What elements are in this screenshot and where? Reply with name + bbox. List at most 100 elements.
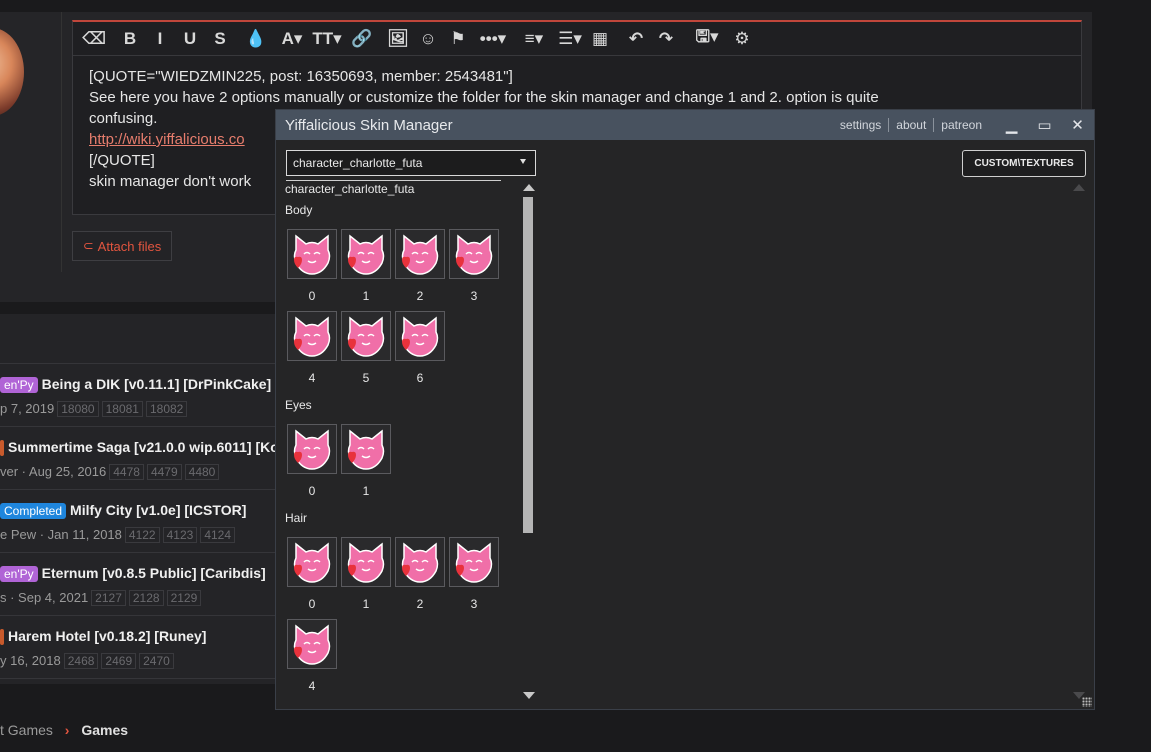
about-link[interactable]: about (889, 118, 933, 132)
skin-option[interactable]: 0 (285, 229, 339, 311)
page-link[interactable]: 4124 (200, 527, 236, 543)
italic-icon[interactable]: I (145, 25, 175, 53)
breadcrumb-current[interactable]: Games (81, 722, 128, 738)
page-link[interactable]: 4479 (146, 464, 182, 480)
skin-option[interactable]: 3 (447, 537, 501, 619)
skin-manager-window[interactable]: Yiffalicious Skin Manager settings about… (275, 109, 1095, 710)
prefix-badge[interactable] (0, 629, 4, 645)
page-link[interactable]: 2128 (128, 590, 164, 606)
thread-title[interactable]: Completed Milfy City [v1.0e] [ICSTOR] (0, 502, 246, 519)
page-link[interactable]: 2129 (166, 590, 202, 606)
preview-scrollbar[interactable] (1073, 184, 1085, 699)
save-icon[interactable]: 🖫▾ (687, 25, 727, 53)
skin-thumbnail-icon[interactable] (395, 537, 445, 587)
thread-title[interactable]: Summertime Saga [v21.0.0 wip.6011] [Kom (0, 439, 291, 456)
thread-row[interactable]: en'Py Being a DIK [v0.11.1] [DrPinkCake] p… (0, 364, 280, 427)
underline-icon[interactable]: U (175, 25, 205, 53)
thread-list: en'Py Being a DIK [v0.11.1] [DrPinkCake] p… (0, 314, 291, 684)
minimize-icon[interactable]: ▁ (995, 110, 1028, 140)
skin-option[interactable]: 4 (285, 311, 339, 393)
skin-option[interactable]: 0 (285, 537, 339, 619)
list-icon[interactable]: ☰▾ (555, 25, 585, 53)
avatar[interactable] (0, 28, 24, 116)
thread-title[interactable]: en'Py Being a DIK [v0.11.1] [DrPinkCake] (0, 376, 271, 393)
page-link[interactable]: 4480 (184, 464, 220, 480)
text-height-icon[interactable]: TT▾ (307, 25, 347, 53)
settings-link[interactable]: settings (833, 118, 888, 132)
prefix-badge[interactable]: Completed (0, 503, 67, 519)
skin-thumbnail-icon[interactable] (449, 537, 499, 587)
skin-thumbnail-icon[interactable] (341, 311, 391, 361)
eraser-icon[interactable]: ⌫ (79, 25, 109, 53)
patreon-link[interactable]: patreon (934, 118, 989, 132)
skin-thumbnail-icon[interactable] (287, 537, 337, 587)
prefix-badge[interactable] (0, 440, 4, 456)
smiley-icon[interactable]: ☺ (413, 25, 443, 53)
align-icon[interactable]: ≡▾ (519, 25, 549, 53)
page-link[interactable]: 4122 (124, 527, 160, 543)
skin-option[interactable]: 1 (339, 537, 393, 619)
skin-thumbnail-icon[interactable] (341, 537, 391, 587)
page-link[interactable]: 2469 (101, 653, 137, 669)
skin-thumbnail-icon[interactable] (395, 311, 445, 361)
scroll-up-icon[interactable] (1073, 184, 1085, 191)
page-link[interactable]: 4478 (109, 464, 144, 480)
skin-option[interactable]: 2 (393, 229, 447, 311)
thread-row[interactable]: Harem Hotel [v0.18.2] [Runey] y 16, 2018 2… (0, 616, 280, 679)
flag-icon[interactable]: ⚑ (443, 25, 473, 53)
skin-option[interactable]: 5 (339, 311, 393, 393)
skin-thumbnail-icon[interactable] (341, 229, 391, 279)
custom-textures-button[interactable]: CUSTOM\TEXTURES (962, 150, 1086, 177)
page-link[interactable]: 4123 (162, 527, 198, 543)
resize-grip-icon[interactable] (1082, 697, 1092, 707)
thread-title[interactable]: Harem Hotel [v0.18.2] [Runey] (0, 628, 206, 645)
font-size-icon[interactable]: A▾ (277, 25, 307, 53)
skin-option[interactable]: 1 (339, 229, 393, 311)
maximize-icon[interactable]: ▭ (1028, 110, 1061, 140)
scroll-down-icon[interactable] (523, 692, 535, 699)
skin-thumbnail-icon[interactable] (287, 311, 337, 361)
undo-icon[interactable]: ↶ (621, 25, 651, 53)
skin-option[interactable]: 6 (393, 311, 447, 393)
character-select[interactable]: character_charlotte_futa (286, 150, 536, 176)
scroll-up-icon[interactable] (523, 184, 535, 191)
prefix-badge[interactable]: en'Py (0, 566, 38, 582)
thread-row[interactable]: Summertime Saga [v21.0.0 wip.6011] [Kom v… (0, 427, 291, 490)
attach-files-button[interactable]: ⊂ Attach files (72, 231, 172, 261)
skin-thumbnail-icon[interactable] (287, 229, 337, 279)
skin-option[interactable]: 3 (447, 229, 501, 311)
more-icon[interactable]: •••▾ (473, 25, 513, 53)
skin-thumbnail-icon[interactable] (287, 619, 337, 669)
thread-title[interactable]: en'Py Eternum [v0.8.5 Public] [Caribdis] (0, 565, 266, 582)
scrollbar-thumb[interactable] (523, 197, 533, 533)
link-icon[interactable]: 🔗 (347, 25, 377, 53)
thread-row[interactable]: Completed Milfy City [v1.0e] [ICSTOR] e Pe… (0, 490, 280, 553)
thread-row[interactable]: en'Py Eternum [v0.8.5 Public] [Caribdis] s… (0, 553, 280, 616)
skin-option[interactable]: 1 (339, 424, 393, 506)
image-icon[interactable]: 🖼 (383, 25, 413, 53)
gear-icon[interactable]: ⚙ (727, 25, 757, 53)
redo-icon[interactable]: ↷ (651, 25, 681, 53)
strike-icon[interactable]: S (205, 25, 235, 53)
page-link[interactable]: 2127 (91, 590, 126, 606)
close-icon[interactable]: ✕ (1061, 110, 1094, 140)
skin-option[interactable]: 0 (285, 424, 339, 506)
window-titlebar[interactable]: Yiffalicious Skin Manager settings about… (276, 110, 1094, 140)
skin-thumbnail-icon[interactable] (287, 424, 337, 474)
prefix-badge[interactable]: en'Py (0, 377, 38, 393)
skin-option[interactable]: 4 (285, 619, 339, 701)
skin-thumbnail-icon[interactable] (395, 229, 445, 279)
skin-option[interactable]: 2 (393, 537, 447, 619)
page-link[interactable]: 2470 (139, 653, 174, 669)
color-icon[interactable]: 💧 (241, 25, 271, 53)
page-link[interactable]: 18081 (101, 401, 143, 417)
page-link[interactable]: 18080 (57, 401, 99, 417)
page-link[interactable]: 2468 (63, 653, 99, 669)
skin-list-scrollbar[interactable] (522, 184, 535, 699)
breadcrumb-prev[interactable]: t Games (0, 722, 53, 738)
skin-thumbnail-icon[interactable] (341, 424, 391, 474)
bold-icon[interactable]: B (115, 25, 145, 53)
skin-thumbnail-icon[interactable] (449, 229, 499, 279)
table-icon[interactable]: ▦ (585, 25, 615, 53)
page-link[interactable]: 18082 (145, 401, 188, 417)
